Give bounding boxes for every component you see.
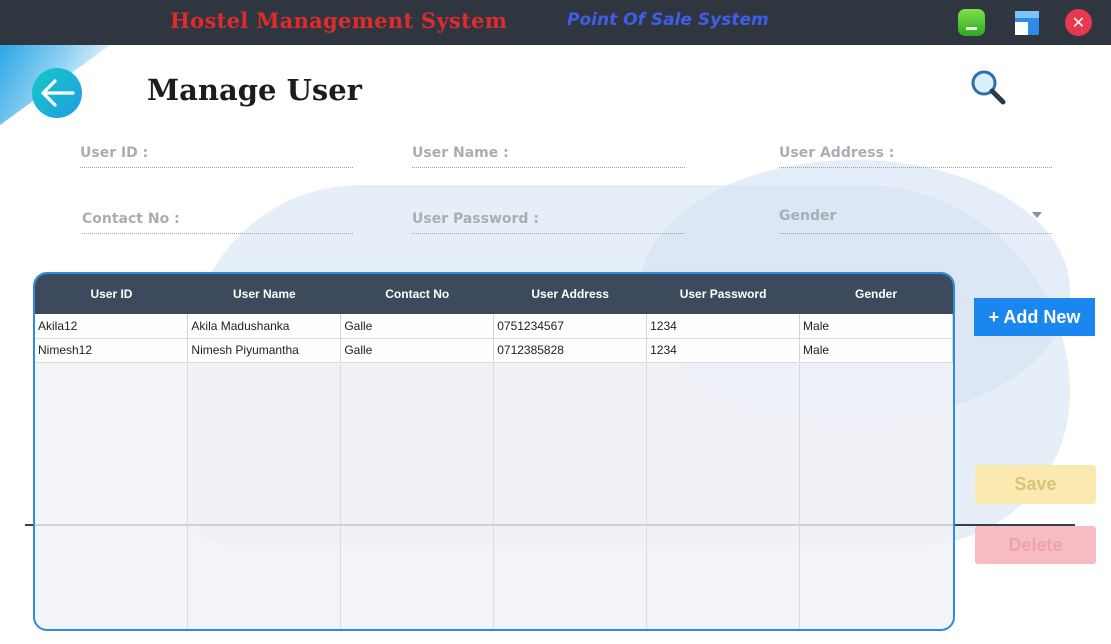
delete-button[interactable]: Delete <box>975 526 1096 564</box>
column-divider <box>799 364 800 629</box>
table-cell[interactable]: 0712385828 <box>493 338 648 363</box>
user-password-input[interactable] <box>412 204 685 233</box>
table-row[interactable]: Nimesh12 Nimesh Piyumantha Galle 0712385… <box>35 338 953 363</box>
column-header-gender[interactable]: Gender <box>799 274 953 314</box>
gender-select-value: Gender <box>779 207 837 224</box>
column-divider <box>646 364 647 629</box>
user-address-field[interactable] <box>779 138 1052 168</box>
contact-no-field[interactable] <box>82 204 353 234</box>
gender-select[interactable]: Gender <box>779 198 1052 234</box>
table-cell[interactable]: Nimesh Piyumantha <box>187 338 342 363</box>
user-id-input[interactable] <box>80 138 353 167</box>
table-cell[interactable]: Galle <box>340 314 495 339</box>
table-cell[interactable]: Akila Madushanka <box>187 314 342 339</box>
page-title: Manage User <box>147 73 362 107</box>
table-cell[interactable]: Male <box>799 314 953 339</box>
user-address-input[interactable] <box>779 138 1052 167</box>
title-bar: Hostel Management System Point Of Sale S… <box>0 0 1111 45</box>
app-window: Hostel Management System Point Of Sale S… <box>0 0 1111 644</box>
column-header-user-address[interactable]: User Address <box>493 274 647 314</box>
user-table-grid: User ID User Name Contact No User Addres… <box>35 274 953 363</box>
table-header-row: User ID User Name Contact No User Addres… <box>35 274 953 314</box>
column-divider <box>340 364 341 629</box>
user-password-field[interactable] <box>412 204 685 234</box>
chevron-down-icon <box>1032 212 1042 218</box>
user-table[interactable]: User ID User Name Contact No User Addres… <box>33 272 955 631</box>
table-cell[interactable]: Akila12 <box>35 314 189 339</box>
user-id-field[interactable] <box>80 138 353 168</box>
column-divider <box>187 364 188 629</box>
minimize-icon[interactable] <box>958 9 985 36</box>
save-button[interactable]: Save <box>975 465 1096 504</box>
close-icon[interactable]: ✕ <box>1065 9 1092 36</box>
table-row[interactable]: Akila12 Akila Madushanka Galle 075123456… <box>35 314 953 339</box>
column-header-contact-no[interactable]: Contact No <box>340 274 494 314</box>
user-name-field[interactable] <box>412 138 685 168</box>
column-header-user-id[interactable]: User ID <box>35 274 188 314</box>
column-header-user-name[interactable]: User Name <box>187 274 341 314</box>
maximize-icon[interactable] <box>1013 9 1040 36</box>
contact-no-input[interactable] <box>82 204 353 233</box>
table-cell[interactable]: 0751234567 <box>493 314 648 339</box>
search-icon[interactable] <box>968 68 1008 108</box>
add-new-button[interactable]: + Add New <box>974 298 1095 336</box>
column-header-user-password[interactable]: User Password <box>646 274 800 314</box>
back-button[interactable] <box>32 68 82 118</box>
user-name-input[interactable] <box>412 138 685 167</box>
table-cell[interactable]: 1234 <box>646 338 801 363</box>
pos-title: Point Of Sale System <box>567 10 769 30</box>
table-cell[interactable]: 1234 <box>646 314 801 339</box>
app-title: Hostel Management System <box>170 8 508 33</box>
column-divider <box>493 364 494 629</box>
arrow-left-icon <box>41 79 75 107</box>
table-cell[interactable]: Male <box>799 338 953 363</box>
table-cell[interactable]: Galle <box>340 338 495 363</box>
table-cell[interactable]: Nimesh12 <box>35 338 189 363</box>
